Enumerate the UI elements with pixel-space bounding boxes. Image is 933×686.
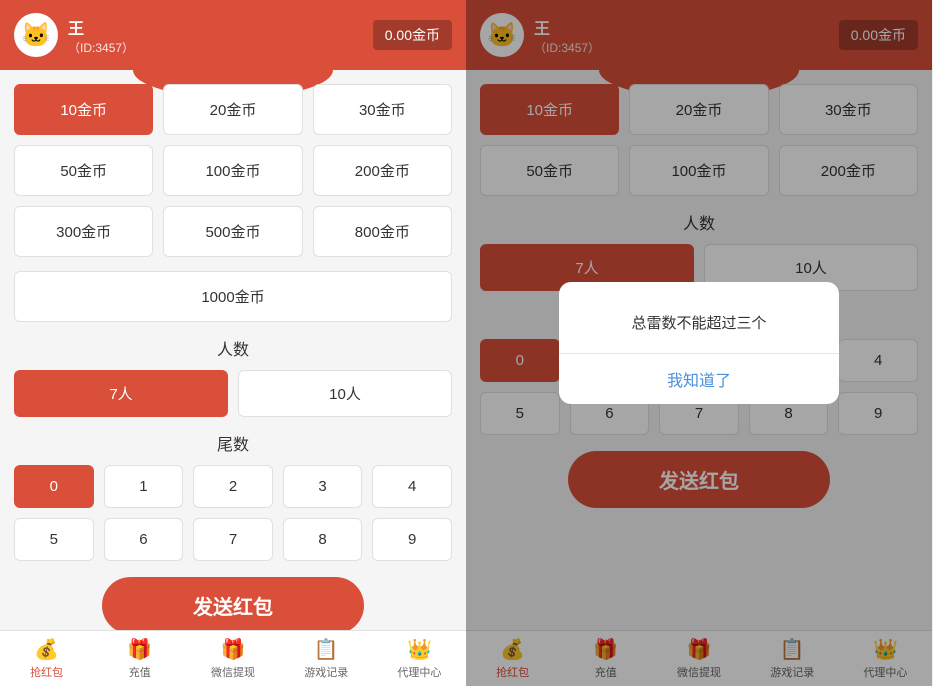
left-nav-grab[interactable]: 💰 抢红包 bbox=[0, 631, 93, 686]
left-people-title: 人数 bbox=[14, 336, 452, 360]
left-tail-grid: 0 1 2 3 4 5 6 7 8 9 bbox=[14, 465, 452, 561]
amount-btn-200[interactable]: 200金币 bbox=[313, 145, 452, 196]
left-header: 🐱 王 （ID:3457） 0.00金币 bbox=[0, 0, 466, 70]
dialog-overlay: 总雷数不能超过三个 我知道了 bbox=[466, 0, 932, 686]
left-nav-recharge[interactable]: 🎁 充值 bbox=[93, 631, 186, 686]
dialog-footer: 我知道了 bbox=[559, 353, 839, 404]
left-nav-history-label: 游戏记录 bbox=[304, 664, 348, 680]
left-people-row: 7人 10人 bbox=[14, 370, 452, 417]
tail-btn-2[interactable]: 2 bbox=[193, 465, 273, 508]
left-nav-agent-label: 代理中心 bbox=[397, 664, 441, 680]
left-user-name: 王 bbox=[68, 15, 134, 39]
left-user-info: 🐱 王 （ID:3457） bbox=[14, 13, 134, 57]
left-panel: 🐱 王 （ID:3457） 0.00金币 10金币 20金币 30金币 50金币… bbox=[0, 0, 466, 686]
tail-btn-0[interactable]: 0 bbox=[14, 465, 94, 508]
dialog-message: 总雷数不能超过三个 bbox=[579, 312, 819, 333]
amount-btn-500[interactable]: 500金币 bbox=[163, 206, 302, 257]
left-tail-title: 尾数 bbox=[14, 431, 452, 455]
tail-btn-4[interactable]: 4 bbox=[372, 465, 452, 508]
people-btn-10[interactable]: 10人 bbox=[238, 370, 452, 417]
tail-btn-7[interactable]: 7 bbox=[193, 518, 273, 561]
left-content: 10金币 20金币 30金币 50金币 100金币 200金币 300金币 50… bbox=[0, 70, 466, 630]
tail-btn-3[interactable]: 3 bbox=[283, 465, 363, 508]
recharge-icon: 🎁 bbox=[127, 637, 152, 662]
tail-btn-1[interactable]: 1 bbox=[104, 465, 184, 508]
alert-dialog: 总雷数不能超过三个 我知道了 bbox=[559, 282, 839, 404]
tail-btn-6[interactable]: 6 bbox=[104, 518, 184, 561]
left-nav-history[interactable]: 📋 游戏记录 bbox=[280, 631, 373, 686]
left-user-id: （ID:3457） bbox=[68, 39, 134, 56]
right-panel: 🐱 王 （ID:3457） 0.00金币 10金币 20金币 30金币 50金币… bbox=[466, 0, 932, 686]
left-nav-withdraw[interactable]: 🎁 微信提现 bbox=[186, 631, 279, 686]
tail-btn-5[interactable]: 5 bbox=[14, 518, 94, 561]
left-avatar: 🐱 bbox=[14, 13, 58, 57]
agent-icon: 👑 bbox=[407, 637, 432, 662]
grab-icon: 💰 bbox=[34, 637, 59, 662]
tail-btn-9[interactable]: 9 bbox=[372, 518, 452, 561]
dialog-confirm-button[interactable]: 我知道了 bbox=[559, 354, 839, 404]
amount-btn-1000[interactable]: 1000金币 bbox=[14, 271, 452, 322]
people-btn-7[interactable]: 7人 bbox=[14, 370, 228, 417]
left-nav-agent[interactable]: 👑 代理中心 bbox=[373, 631, 466, 686]
left-amount-grid: 10金币 20金币 30金币 50金币 100金币 200金币 300金币 50… bbox=[14, 84, 452, 257]
left-amount-single-row: 1000金币 bbox=[14, 271, 452, 322]
dialog-body: 总雷数不能超过三个 bbox=[559, 282, 839, 353]
left-nav-recharge-label: 充值 bbox=[129, 664, 151, 680]
amount-btn-20[interactable]: 20金币 bbox=[163, 84, 302, 135]
history-icon: 📋 bbox=[314, 637, 339, 662]
left-bottom-nav: 💰 抢红包 🎁 充值 🎁 微信提现 📋 游戏记录 👑 代理中心 bbox=[0, 630, 466, 686]
amount-btn-800[interactable]: 800金币 bbox=[313, 206, 452, 257]
amount-btn-10[interactable]: 10金币 bbox=[14, 84, 153, 135]
left-send-button[interactable]: 发送红包 bbox=[102, 577, 365, 630]
amount-btn-100[interactable]: 100金币 bbox=[163, 145, 302, 196]
withdraw-icon: 🎁 bbox=[221, 637, 246, 662]
amount-btn-300[interactable]: 300金币 bbox=[14, 206, 153, 257]
left-nav-withdraw-label: 微信提现 bbox=[211, 664, 255, 680]
left-user-text: 王 （ID:3457） bbox=[68, 15, 134, 56]
amount-btn-30[interactable]: 30金币 bbox=[313, 84, 452, 135]
tail-btn-8[interactable]: 8 bbox=[283, 518, 363, 561]
left-coins-badge: 0.00金币 bbox=[373, 20, 452, 50]
left-nav-grab-label: 抢红包 bbox=[30, 664, 63, 680]
amount-btn-50[interactable]: 50金币 bbox=[14, 145, 153, 196]
